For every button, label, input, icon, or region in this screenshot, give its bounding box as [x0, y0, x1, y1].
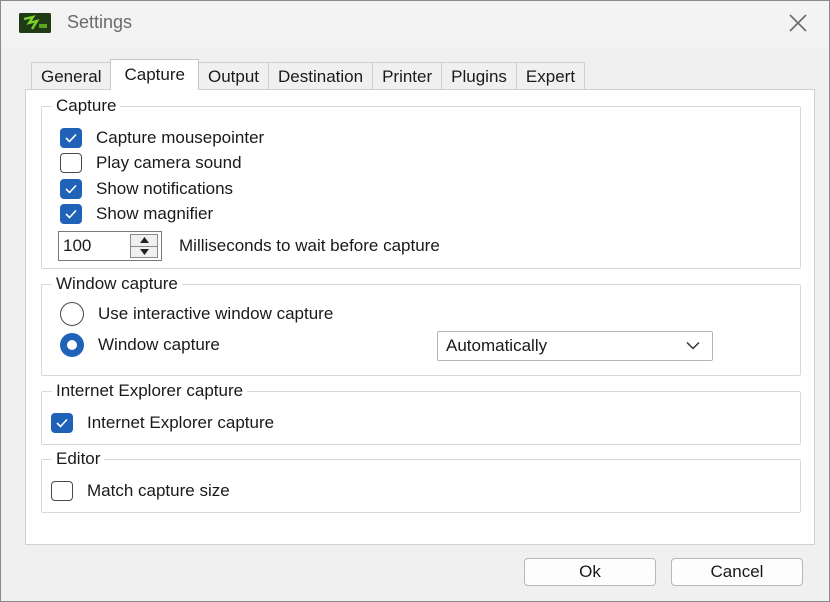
close-button[interactable]	[785, 11, 811, 35]
ie-capture-label: Internet Explorer capture	[87, 413, 275, 432]
ie-capture-option[interactable]: Internet Explorer capture	[51, 412, 274, 434]
play-camera-sound-label: Play camera sound	[96, 153, 242, 172]
play-camera-sound-checkbox[interactable]	[60, 153, 82, 173]
wait-milliseconds-label: Milliseconds to wait before capture	[179, 236, 440, 255]
tab-destination[interactable]: Destination	[268, 62, 374, 90]
spinner-buttons	[130, 234, 158, 258]
capture-mousepointer-label: Capture mousepointer	[96, 128, 265, 147]
tab-output[interactable]: Output	[197, 62, 270, 90]
play-camera-sound-option[interactable]: Play camera sound	[60, 152, 242, 174]
ie-capture-group-label: Internet Explorer capture	[52, 381, 248, 401]
window-capture-group: Window capture Use interactive window ca…	[41, 274, 801, 376]
match-capture-size-checkbox[interactable]	[51, 481, 73, 501]
ok-button[interactable]: Ok	[524, 558, 656, 586]
show-magnifier-label: Show magnifier	[96, 204, 214, 223]
spinner-down-button[interactable]	[131, 245, 157, 258]
capture-mousepointer-checkbox[interactable]	[60, 128, 82, 148]
capture-tab-panel: Capture Capture mousepointer Play camera…	[25, 89, 815, 545]
cancel-button[interactable]: Cancel	[671, 558, 803, 586]
editor-group-label: Editor	[52, 449, 105, 469]
window-capture-mode-value: Automatically	[446, 336, 548, 355]
window-capture-label: Window capture	[98, 335, 220, 354]
ie-capture-checkbox[interactable]	[51, 413, 73, 433]
settings-dialog: Settings General Capture Output Destinat…	[0, 0, 830, 602]
match-capture-size-option[interactable]: Match capture size	[51, 480, 230, 502]
tab-expert[interactable]: Expert	[515, 62, 586, 90]
interactive-window-capture-option[interactable]: Use interactive window capture	[60, 302, 334, 326]
show-notifications-label: Show notifications	[96, 179, 234, 198]
window-capture-group-label: Window capture	[52, 274, 182, 294]
tab-plugins[interactable]: Plugins	[441, 62, 517, 90]
chevron-down-icon	[686, 341, 700, 350]
checkmark-icon	[65, 133, 77, 143]
show-magnifier-checkbox[interactable]	[60, 204, 82, 224]
tab-capture[interactable]: Capture	[110, 59, 199, 90]
capture-group-label: Capture	[52, 96, 121, 116]
tab-general[interactable]: General	[31, 62, 112, 90]
tab-printer[interactable]: Printer	[372, 62, 443, 90]
capture-mousepointer-option[interactable]: Capture mousepointer	[60, 127, 264, 149]
triangle-down-icon	[139, 248, 149, 255]
greenshot-app-icon	[19, 13, 51, 33]
close-icon	[789, 14, 807, 32]
interactive-window-capture-label: Use interactive window capture	[98, 304, 334, 323]
window-capture-radio[interactable]	[60, 333, 84, 357]
tab-strip: General Capture Output Destination Print…	[31, 59, 586, 90]
show-magnifier-option[interactable]: Show magnifier	[60, 203, 213, 225]
spinner-up-button[interactable]	[131, 235, 157, 246]
wait-milliseconds-label-row: Milliseconds to wait before capture	[179, 235, 440, 257]
show-notifications-option[interactable]: Show notifications	[60, 178, 233, 200]
match-capture-size-label: Match capture size	[87, 481, 230, 500]
editor-group: Editor Match capture size	[41, 449, 801, 513]
checkmark-icon	[65, 209, 77, 219]
triangle-up-icon	[139, 237, 149, 244]
window-title: Settings	[67, 12, 133, 32]
title-bar: Settings	[1, 1, 829, 47]
wait-milliseconds-spinner[interactable]: 100	[58, 231, 162, 261]
show-notifications-checkbox[interactable]	[60, 179, 82, 199]
wait-milliseconds-value[interactable]: 100	[59, 236, 130, 256]
checkmark-icon	[56, 418, 68, 428]
capture-group: Capture Capture mousepointer Play camera…	[41, 96, 801, 269]
checkmark-icon	[65, 184, 77, 194]
window-capture-option[interactable]: Window capture	[60, 333, 220, 357]
interactive-window-capture-radio[interactable]	[60, 302, 84, 326]
window-capture-mode-dropdown[interactable]: Automatically	[437, 331, 713, 361]
ie-capture-group: Internet Explorer capture Internet Explo…	[41, 381, 801, 445]
